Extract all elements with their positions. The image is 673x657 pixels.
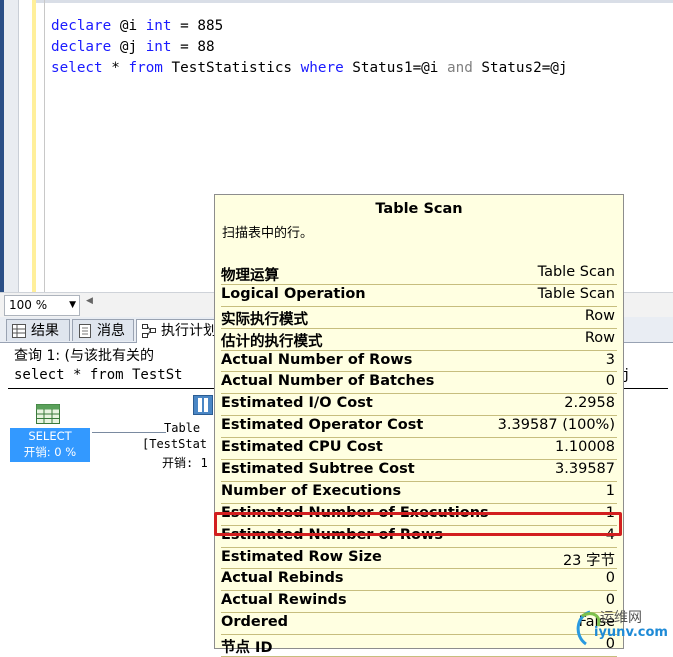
code-line-3[interactable]: select * from TestStatistics where Statu… (51, 60, 568, 76)
tooltip-row-value: 1 (605, 482, 615, 499)
tooltip-row: Estimated I/O Cost 2.2958 (221, 394, 617, 417)
table-node-line3: 开销: 1 (162, 456, 208, 470)
tooltip-row-value: Table Scan (537, 264, 615, 280)
query-sql: select * from TestSt (14, 367, 183, 383)
plan-connector-arrow (92, 432, 166, 433)
select-node[interactable]: SELECT 开销: 0 % (10, 428, 90, 462)
tooltip-row: Estimated CPU Cost 1.10008 (221, 438, 617, 461)
document-icon (79, 324, 91, 338)
watermark-text-2: iyunv.com (594, 625, 668, 640)
tooltip-row-key: Ordered (221, 614, 289, 631)
code-line-1[interactable]: declare @i int = 885 (51, 18, 223, 34)
tab-results-label: 结果 (31, 323, 59, 339)
tooltip-row-key: Estimated Row Size (221, 548, 382, 565)
editor-margin-line (44, 0, 45, 292)
tooltip-row-value: 23 字节 (562, 552, 615, 569)
zoom-select[interactable]: 100 % ▼ (4, 295, 80, 316)
tooltip-row: Ordered False (221, 613, 617, 636)
tooltip-row-key: Estimated I/O Cost (221, 395, 373, 412)
tooltip-row-value: Table Scan (537, 285, 615, 302)
tooltip-row-value: 2.2958 (564, 395, 615, 412)
tooltip-row: Estimated Row Size 23 字节 (221, 548, 617, 570)
tooltip-properties: 物理运算 Table Scan Logical Operation Table Sca… (221, 263, 617, 657)
query-header: 查询 1: (与该批有关的 (14, 348, 154, 364)
tooltip-row: 估计的执行模式 Row (221, 329, 617, 351)
execution-plan-icon (142, 324, 156, 338)
tooltip-row-value: 0 (605, 570, 615, 587)
tooltip-title: Table Scan (375, 201, 463, 217)
tooltip-row: Estimated Operator Cost 3.39587 (100%) (221, 416, 617, 439)
tooltip-row-key: 实际执行模式 (221, 311, 308, 328)
tooltip-row: Logical Operation Table Scan (221, 285, 617, 307)
tooltip-row-key: Actual Number of Rows (221, 351, 413, 368)
tooltip-row-key: 物理运算 (221, 268, 279, 284)
tooltip-row: Actual Rewinds 0 (221, 591, 617, 614)
tooltip-row-key: Estimated CPU Cost (221, 439, 383, 456)
highlight-box (214, 512, 622, 536)
tooltip-row-key: Number of Executions (221, 482, 402, 499)
tooltip-row-key: Actual Rewinds (221, 592, 347, 609)
tooltip-row: 实际执行模式 Row (221, 307, 617, 329)
tooltip-row-value: 1.10008 (555, 439, 615, 456)
watermark-text-1: 运维网 (600, 610, 642, 626)
tab-execution-plan[interactable]: 执行计划 (136, 319, 220, 343)
tooltip-row: Actual Rebinds 0 (221, 569, 617, 592)
tooltip-description: 扫描表中的行。 (222, 226, 314, 241)
tooltip-row-value: 3 (605, 351, 615, 368)
tab-messages-label: 消息 (97, 323, 125, 339)
tooltip-row: Actual Number of Batches 0 (221, 372, 617, 395)
select-node-label: SELECT (28, 429, 72, 443)
tooltip-row-key: Estimated Subtree Cost (221, 461, 415, 478)
tab-results[interactable]: 结果 (6, 319, 70, 341)
editor-top-border (36, 0, 673, 3)
grid-icon (12, 324, 26, 338)
table-node-line1: Table (164, 421, 201, 435)
tooltip-row-value: Row (584, 307, 615, 324)
change-tracking-margin (32, 0, 36, 292)
tooltip-row-key: Estimated Operator Cost (221, 417, 424, 434)
editor-gutter (4, 0, 19, 292)
tooltip-row-value: 3.39587 (555, 461, 615, 478)
tooltip-row-value: Row (584, 329, 615, 346)
tab-messages[interactable]: 消息 (72, 319, 134, 341)
tooltip-row-key: 节点 ID (221, 640, 273, 657)
tooltip-row-key: 估计的执行模式 (221, 333, 323, 350)
tooltip-row: Actual Number of Rows 3 (221, 351, 617, 373)
tooltip-row: 节点 ID 0 (221, 635, 617, 657)
table-scan-icon[interactable] (193, 395, 213, 415)
tooltip-row: Number of Executions 1 (221, 482, 617, 504)
tooltip-row-value: 3.39587 (100%) (497, 417, 615, 434)
table-node-line2: [TestStat (142, 437, 208, 451)
scroll-left-icon[interactable]: ◀ (86, 296, 93, 306)
zoom-value: 100 % (9, 298, 48, 312)
code-line-2[interactable]: declare @j int = 88 (51, 39, 215, 55)
tooltip-row-key: Actual Number of Batches (221, 373, 435, 390)
operator-tooltip: Table Scan 扫描表中的行。 物理运算 Table Scan Logical… (214, 194, 624, 657)
tab-execution-plan-label: 执行计划 (161, 323, 217, 339)
tooltip-row: 物理运算 Table Scan (221, 263, 617, 285)
chevron-down-icon: ▼ (69, 300, 76, 310)
tooltip-row: Estimated Subtree Cost 3.39587 (221, 460, 617, 482)
select-node-cost: 开销: 0 % (23, 445, 77, 459)
tooltip-row-value: 0 (605, 373, 615, 390)
tooltip-row-key: Actual Rebinds (221, 570, 344, 587)
tooltip-row-key: Logical Operation (221, 285, 366, 302)
select-node-icon (36, 404, 60, 424)
